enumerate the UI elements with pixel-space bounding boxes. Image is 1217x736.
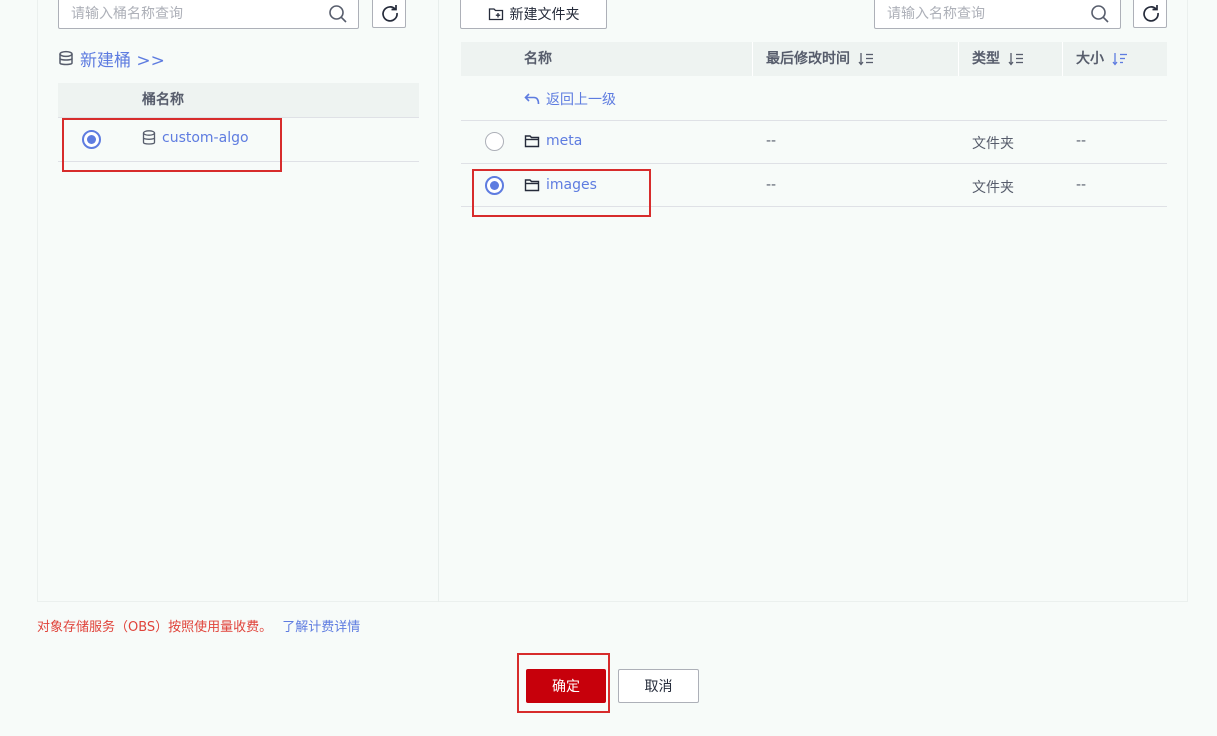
- bucket-add-icon: [59, 50, 73, 65]
- size-cell: --: [1076, 133, 1087, 149]
- name-column-header[interactable]: 名称: [524, 42, 552, 76]
- object-search-input[interactable]: [887, 4, 1067, 24]
- bucket-search-input[interactable]: [71, 4, 291, 24]
- type-header-label: 类型: [972, 51, 1000, 67]
- highlight-box-folder: [472, 169, 651, 217]
- folder-name[interactable]: meta: [524, 133, 582, 149]
- modified-header-label: 最后修改时间: [766, 51, 850, 67]
- size-column-header[interactable]: 大小: [1076, 42, 1128, 76]
- search-icon[interactable]: [328, 4, 348, 24]
- refresh-icon: [382, 5, 398, 22]
- modified-cell: --: [766, 133, 777, 149]
- highlight-box-confirm: [517, 653, 610, 713]
- sort-icon[interactable]: [1008, 52, 1024, 66]
- highlight-box-bucket: [62, 118, 282, 172]
- new-bucket-link[interactable]: 新建桶 >>: [58, 46, 165, 71]
- new-folder-label: 新建文件夹: [509, 6, 580, 23]
- panel-divider: [438, 0, 439, 602]
- size-cell: --: [1076, 177, 1087, 193]
- billing-notice-text: 对象存储服务（OBS）按照使用量收费。: [37, 620, 273, 635]
- size-header-label: 大小: [1076, 51, 1104, 67]
- refresh-icon: [1143, 5, 1159, 22]
- bucket-name-header: 桶名称: [142, 92, 184, 108]
- back-label: 返回上一级: [546, 92, 616, 108]
- bucket-table-header: 桶名称: [58, 83, 419, 117]
- bucket-refresh-button[interactable]: [372, 0, 406, 28]
- type-cell: 文件夹: [972, 180, 1014, 196]
- column-separator: [958, 42, 959, 76]
- bucket-search-box: [58, 0, 359, 29]
- modified-column-header[interactable]: 最后修改时间: [766, 42, 874, 76]
- back-to-parent-link[interactable]: 返回上一级: [524, 89, 616, 109]
- row-radio[interactable]: [485, 132, 504, 151]
- new-folder-button[interactable]: 新建文件夹: [460, 0, 607, 29]
- sort-desc-icon[interactable]: [1112, 52, 1128, 66]
- modified-cell: --: [766, 177, 777, 193]
- column-separator: [752, 42, 753, 76]
- row-divider: [461, 163, 1167, 164]
- cancel-button[interactable]: 取消: [618, 669, 699, 703]
- folder-add-icon: [488, 7, 503, 20]
- type-cell: 文件夹: [972, 136, 1014, 152]
- object-search-box: [874, 0, 1121, 29]
- object-table-header: 名称 最后修改时间 类型 大小: [461, 42, 1167, 76]
- sort-icon[interactable]: [858, 52, 874, 66]
- folder-icon: [524, 135, 540, 148]
- row-divider: [461, 120, 1167, 121]
- name-header-label: 名称: [524, 51, 552, 67]
- billing-notice: 对象存储服务（OBS）按照使用量收费。 了解计费详情: [37, 616, 360, 635]
- object-refresh-button[interactable]: [1133, 0, 1167, 28]
- search-icon[interactable]: [1090, 4, 1110, 24]
- billing-details-link[interactable]: 了解计费详情: [282, 620, 360, 635]
- back-arrow-icon: [524, 93, 540, 105]
- new-bucket-label: 新建桶 >>: [80, 51, 165, 71]
- folder-name-text: meta: [546, 133, 583, 149]
- type-column-header[interactable]: 类型: [972, 42, 1024, 76]
- column-separator: [1062, 42, 1063, 76]
